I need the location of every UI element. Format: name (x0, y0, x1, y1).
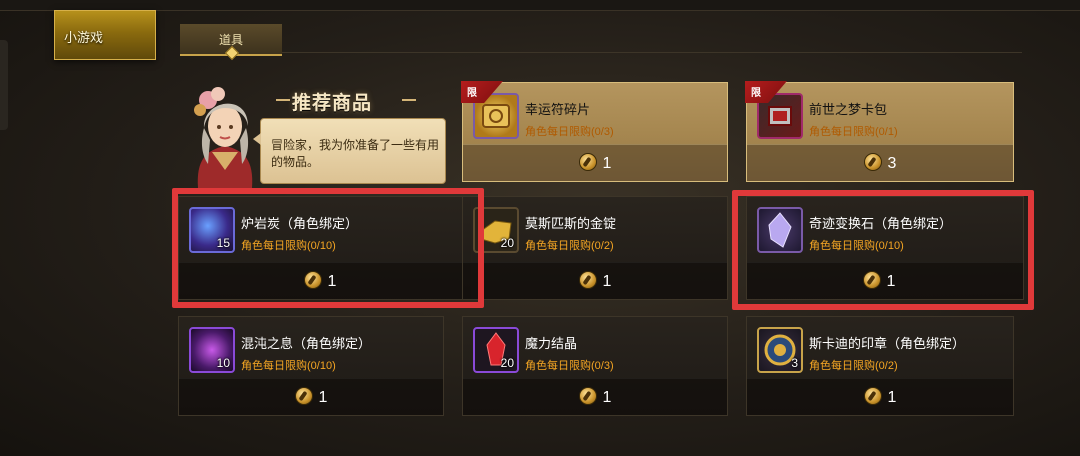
shop-item-card[interactable]: 奇迹变换石（角色绑定） 角色每日限购(0/10) 1 (746, 196, 1024, 300)
shop-item-card[interactable]: 20 魔力结晶 角色每日限购(0/3) 1 (462, 316, 728, 416)
purchase-limit: 角色每日限购(0/1) (809, 126, 898, 138)
side-handle[interactable] (0, 40, 8, 130)
recommend-title: 推荐商品 (292, 93, 373, 114)
title-ornament-left (276, 99, 290, 101)
shop-item-card[interactable]: 20 莫斯匹斯的金锭 角色每日限购(0/2) 1 (462, 196, 728, 300)
price-value: 1 (318, 389, 328, 406)
shop-item-card[interactable]: 3 斯卡迪的印章（角色绑定） 角色每日限购(0/2) 1 (746, 316, 1014, 416)
item-name: 幸运符碎片 (525, 102, 591, 117)
buy-button[interactable]: 1 (179, 262, 471, 299)
shop-item-card[interactable]: 限 幸运符碎片 角色每日限购(0/3) 1 (461, 81, 728, 182)
coin-icon (578, 387, 597, 405)
buy-button[interactable]: 1 (747, 262, 1023, 299)
price-value: 1 (602, 389, 612, 406)
buy-button[interactable]: 1 (463, 378, 727, 415)
title-ornament-right (402, 99, 416, 101)
purchase-limit: 角色每日限购(0/10) (241, 360, 336, 372)
shop-item-card[interactable]: 限 前世之梦卡包 角色每日限购(0/1) 3 (745, 81, 1014, 182)
buy-button[interactable]: 1 (179, 378, 443, 415)
price-value: 1 (327, 273, 337, 290)
speech-bubble: 冒险家，我为你准备了一些有用的物品。 (253, 118, 446, 184)
item-quantity: 3 (791, 356, 798, 370)
purchase-limit: 角色每日限购(0/3) (525, 126, 614, 138)
npc-portrait (194, 87, 253, 188)
item-name: 前世之梦卡包 (809, 102, 888, 117)
buy-button[interactable]: 1 (463, 144, 727, 181)
price-value: 1 (886, 273, 896, 290)
item-quantity: 10 (216, 356, 230, 370)
buy-button[interactable]: 1 (463, 262, 727, 299)
chaos-breath-icon: 10 (189, 327, 235, 373)
top-bar (0, 0, 1080, 11)
purchase-limit: 角色每日限购(0/10) (241, 240, 336, 252)
tab-minigame[interactable]: 小游戏 (54, 10, 156, 60)
coin-icon (303, 271, 322, 289)
mana-crystal-icon: 20 (473, 327, 519, 373)
coin-icon (578, 153, 597, 171)
coin-icon (294, 387, 313, 405)
item-quantity: 15 (216, 236, 230, 250)
buy-button[interactable]: 3 (747, 144, 1013, 181)
coin-icon (863, 387, 882, 405)
tab-divider (282, 52, 1022, 53)
price-value: 3 (887, 155, 897, 172)
price-value: 1 (602, 155, 612, 172)
tab-indicator-icon (224, 45, 240, 61)
gold-ingot-icon: 20 (473, 207, 519, 253)
shop-item-card[interactable]: 15 炉岩炭（角色绑定） 角色每日限购(0/10) 1 (178, 196, 472, 300)
shop-item-card[interactable]: 10 混沌之息（角色绑定） 角色每日限购(0/10) 1 (178, 316, 444, 416)
speech-text: 冒险家，我为你准备了一些有用的物品。 (271, 138, 440, 169)
item-quantity: 20 (500, 356, 514, 370)
price-value: 1 (602, 273, 612, 290)
item-quantity: 20 (500, 236, 514, 250)
item-name: 魔力结晶 (525, 336, 578, 351)
coin-icon (862, 271, 881, 289)
seal-icon: 3 (757, 327, 803, 373)
item-name: 炉岩炭（角色绑定） (241, 216, 359, 231)
item-name: 斯卡迪的印章（角色绑定） (809, 336, 966, 351)
buy-button[interactable]: 1 (747, 378, 1013, 415)
tab-minigame-label: 小游戏 (64, 30, 104, 45)
purchase-limit: 角色每日限购(0/3) (525, 360, 614, 372)
crystal-icon (757, 207, 803, 253)
price-value: 1 (887, 389, 897, 406)
coin-icon (578, 271, 597, 289)
item-name: 混沌之息（角色绑定） (241, 336, 372, 351)
item-name: 莫斯匹斯的金锭 (525, 216, 617, 231)
purchase-limit: 角色每日限购(0/2) (809, 360, 898, 372)
purchase-limit: 角色每日限购(0/10) (809, 240, 904, 252)
purchase-limit: 角色每日限购(0/2) (525, 240, 614, 252)
lava-stone-icon: 15 (189, 207, 235, 253)
coin-icon (863, 153, 882, 171)
item-name: 奇迹变换石（角色绑定） (809, 216, 953, 231)
tab-items[interactable]: 道具 (180, 24, 282, 61)
